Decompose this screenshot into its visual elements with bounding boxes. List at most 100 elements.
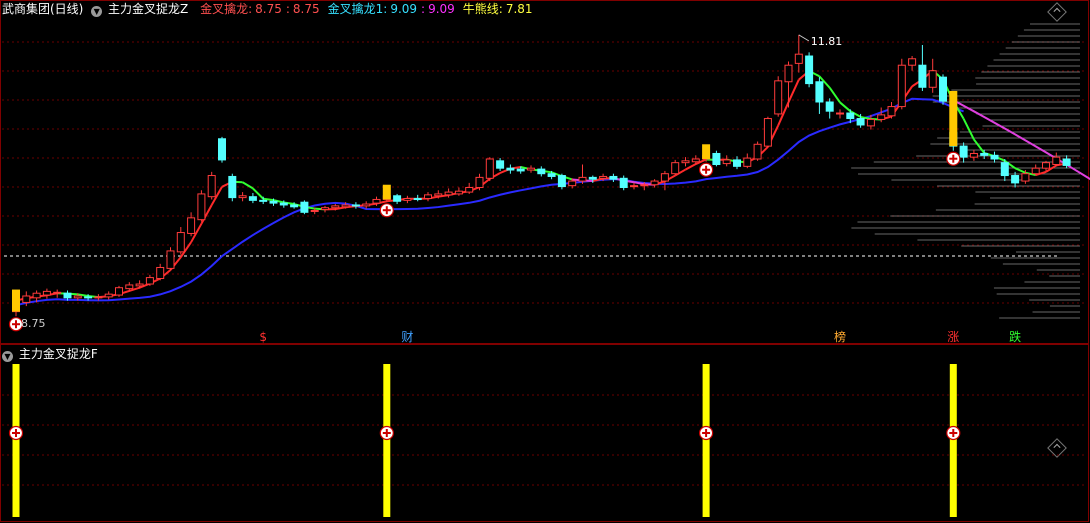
sub-signal-bar [949, 364, 957, 517]
candle-body [836, 112, 844, 115]
candle-body [722, 159, 731, 165]
sub-signal-bar [12, 364, 20, 517]
candle-body [980, 152, 989, 156]
candle-body [763, 118, 772, 147]
candle-body [516, 168, 525, 172]
candle-body [197, 193, 206, 221]
candle-body [753, 143, 762, 160]
candle-body [1011, 175, 1020, 184]
candle-body [990, 154, 999, 160]
signal-text: $ [259, 330, 267, 344]
fast-ma-segment [828, 87, 841, 104]
candle-body [372, 198, 381, 204]
candle-body [640, 184, 649, 187]
candle-body [413, 198, 422, 201]
candle-body [866, 118, 875, 127]
fast-ma-segment [685, 163, 697, 171]
candle-body [568, 180, 577, 187]
candle-body [959, 145, 968, 158]
candle-body [671, 162, 680, 175]
candle-body [32, 292, 41, 299]
candle-body [166, 250, 175, 269]
candle-body [1062, 158, 1071, 166]
candle-body [331, 205, 340, 209]
candle-body [290, 204, 299, 208]
plus-circle-icon [379, 425, 394, 441]
plus-circle-icon [946, 425, 961, 441]
candle-body [609, 175, 618, 180]
chart-window: 武商集团(日线) ▼ 主力金叉捉龙Z 金叉擒龙: 8.75:8.75 金叉擒龙1: 9… [0, 0, 1090, 523]
candle-body [63, 292, 72, 299]
candle-body [805, 55, 814, 85]
candle-body [321, 207, 329, 211]
candle-body [527, 167, 535, 171]
candle-body [496, 160, 505, 169]
signal-block [12, 289, 20, 312]
candle-body [939, 76, 947, 102]
candle-body [135, 283, 144, 287]
candle-body [351, 204, 360, 207]
candle-body [733, 159, 741, 167]
candle-body [825, 101, 834, 112]
candle-body [794, 53, 803, 64]
candle-body [856, 118, 865, 126]
candle-body [1000, 162, 1009, 177]
candle-body [145, 277, 154, 285]
low-price-label: 8.75 [21, 317, 46, 330]
candle-body [1042, 162, 1050, 169]
signal-block [382, 184, 391, 200]
candle-body [774, 80, 783, 115]
candle-body [619, 177, 628, 188]
candle-body [187, 217, 196, 234]
candle-body [877, 114, 886, 120]
candle-body [630, 185, 638, 188]
candle-body [156, 266, 165, 280]
candle-body [712, 152, 721, 166]
candle-body [269, 200, 278, 204]
signal-block [702, 144, 711, 159]
candle-body [403, 198, 412, 201]
signal-text: 财 [401, 330, 413, 344]
candle-body [691, 158, 700, 163]
candle-body [434, 193, 443, 197]
candle-body [218, 138, 226, 161]
candle-body [300, 201, 309, 213]
candle-body [846, 112, 855, 120]
candle-body [125, 284, 134, 290]
candle-body [897, 64, 906, 108]
candle-body [454, 190, 463, 195]
candle-body [588, 176, 597, 180]
candle-body [887, 106, 896, 117]
candle-body [908, 58, 917, 66]
candle-body [279, 202, 288, 206]
candle-body [599, 175, 608, 179]
candlestick-chart[interactable]: 11.81 8.75 $ 财 榜 涨 跌 [0, 0, 1090, 523]
candle-body [176, 232, 185, 253]
candle-body [537, 168, 546, 175]
candle-body [969, 152, 978, 158]
candle-body [424, 194, 432, 200]
plus-circle-icon [379, 203, 394, 218]
plus-circle-icon [698, 425, 714, 441]
sub-panel-border [0, 344, 1089, 522]
plus-circle-icon [946, 151, 961, 166]
candle-body [53, 291, 62, 294]
high-price-label: 11.81 [811, 35, 843, 48]
candle-body [238, 195, 247, 199]
signal-text: 榜 [834, 329, 846, 344]
candle-body [1031, 167, 1040, 175]
candle-body [228, 175, 237, 199]
candle-body [341, 204, 350, 208]
candle-body [207, 175, 216, 198]
candle-body [681, 160, 690, 164]
candle-body [1021, 173, 1030, 182]
candle-body [485, 158, 494, 179]
plus-circle-icon [698, 162, 714, 177]
candle-body [115, 287, 123, 296]
candle-body [248, 196, 257, 201]
candle-body [444, 191, 453, 196]
fast-ma-segment [787, 79, 800, 103]
plus-circle-icon [8, 425, 24, 441]
candle-body [650, 180, 659, 186]
fast-ma-segment [1014, 167, 1026, 174]
